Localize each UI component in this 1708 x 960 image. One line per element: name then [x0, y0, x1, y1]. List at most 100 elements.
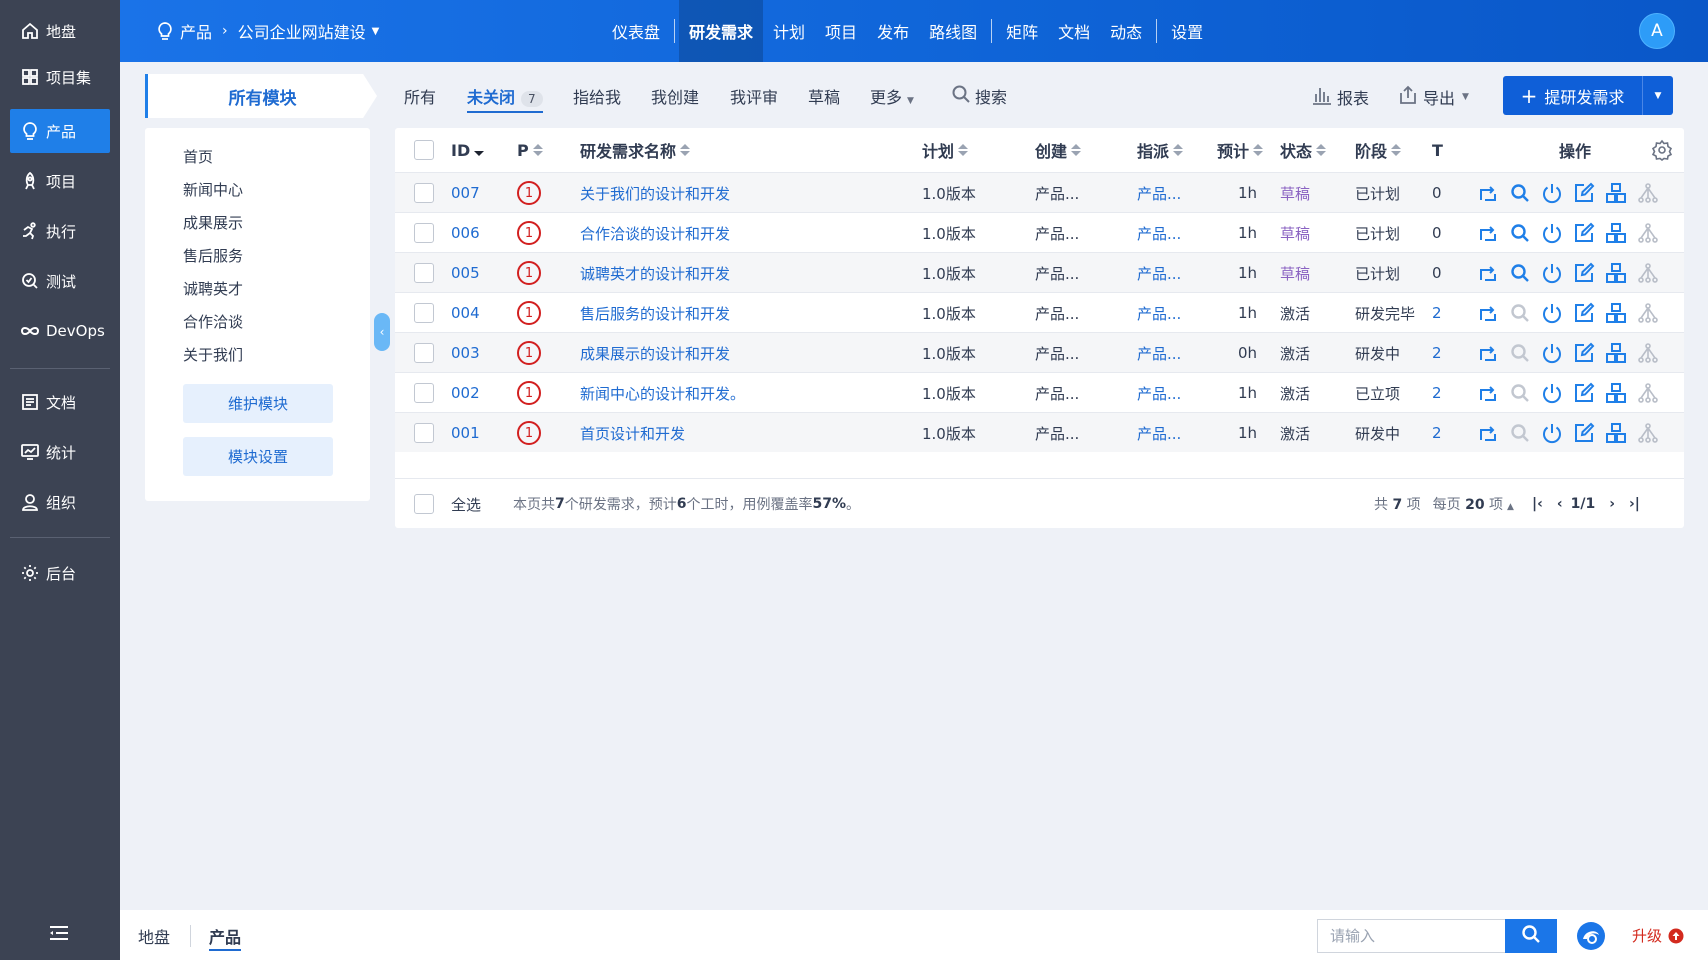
close-icon[interactable]	[1541, 342, 1564, 365]
review-icon[interactable]	[1509, 342, 1532, 365]
avatar[interactable]: A	[1639, 13, 1675, 49]
story-id[interactable]: 004	[451, 293, 480, 333]
tab-created-by-me[interactable]: 我创建	[651, 84, 699, 108]
batch-create-icon[interactable]	[1605, 302, 1628, 325]
task-count[interactable]: 2	[1432, 413, 1442, 453]
review-icon[interactable]	[1509, 222, 1532, 245]
module-item[interactable]: 成果展示	[183, 212, 243, 233]
story-id[interactable]: 005	[451, 253, 480, 293]
close-icon[interactable]	[1541, 302, 1564, 325]
close-icon[interactable]	[1541, 422, 1564, 445]
story-name-link[interactable]: 售后服务的设计和开发	[580, 293, 730, 333]
chevron-down-icon[interactable]: ▼	[372, 26, 380, 37]
checkbox[interactable]	[414, 303, 434, 323]
row-checkbox[interactable]	[414, 253, 434, 293]
assignee-link[interactable]: 产品...	[1137, 373, 1181, 413]
nav-roadmap[interactable]: 路线图	[919, 0, 987, 62]
review-icon[interactable]	[1509, 302, 1532, 325]
tab-reviewed-by-me[interactable]: 我评审	[730, 84, 778, 108]
change-icon[interactable]	[1477, 342, 1500, 365]
edit-icon[interactable]	[1573, 422, 1596, 445]
collapse-panel-button[interactable]: ‹	[374, 313, 390, 351]
story-name-link[interactable]: 成果展示的设计和开发	[580, 333, 730, 373]
story-id[interactable]: 001	[451, 413, 480, 453]
report-button[interactable]: 报表	[1311, 84, 1369, 110]
select-all-header[interactable]	[414, 128, 434, 172]
checkbox[interactable]	[414, 140, 434, 160]
select-all-checkbox[interactable]	[414, 479, 434, 529]
assignee-link[interactable]: 产品...	[1137, 213, 1181, 253]
review-icon[interactable]	[1509, 422, 1532, 445]
tab-draft[interactable]: 草稿	[808, 84, 840, 108]
nav-settings[interactable]: 设置	[1161, 0, 1213, 62]
batch-create-icon[interactable]	[1605, 342, 1628, 365]
module-item[interactable]: 合作洽谈	[183, 311, 243, 332]
global-search-button[interactable]	[1505, 919, 1557, 953]
split-icon[interactable]	[1637, 262, 1660, 285]
sidebar-item-devops[interactable]: DevOps	[10, 309, 110, 353]
zentao-logo-icon[interactable]	[1575, 920, 1607, 952]
task-count[interactable]: 2	[1432, 333, 1442, 373]
batch-create-icon[interactable]	[1605, 222, 1628, 245]
row-checkbox[interactable]	[414, 333, 434, 373]
checkbox[interactable]	[414, 423, 434, 443]
close-icon[interactable]	[1541, 382, 1564, 405]
story-id[interactable]: 003	[451, 333, 480, 373]
export-button[interactable]: 导出 ▼	[1397, 84, 1469, 110]
col-assignee[interactable]: 指派	[1137, 128, 1184, 172]
close-icon[interactable]	[1541, 222, 1564, 245]
search-toggle[interactable]: 搜索	[951, 84, 1007, 108]
change-icon[interactable]	[1477, 302, 1500, 325]
column-settings-icon[interactable]	[1651, 128, 1673, 172]
sidebar-item-project[interactable]: 项目	[10, 159, 110, 203]
edit-icon[interactable]	[1573, 302, 1596, 325]
module-item[interactable]: 诚聘英才	[183, 278, 243, 299]
checkbox[interactable]	[414, 494, 434, 514]
create-story-main[interactable]: + 提研发需求	[1503, 84, 1642, 108]
col-name[interactable]: 研发需求名称	[580, 128, 691, 172]
breadcrumb-project[interactable]: 公司企业网站建设	[238, 19, 366, 43]
sidebar-item-program[interactable]: 项目集	[10, 55, 110, 99]
nav-story[interactable]: 研发需求	[679, 0, 764, 62]
nav-release[interactable]: 发布	[867, 0, 919, 62]
col-status[interactable]: 状态	[1280, 128, 1327, 172]
close-icon[interactable]	[1541, 262, 1564, 285]
module-item[interactable]: 首页	[183, 146, 213, 167]
col-id[interactable]: ID	[451, 128, 485, 172]
sidebar-item-org[interactable]: 组织	[10, 480, 110, 524]
col-plan[interactable]: 计划	[922, 128, 969, 172]
create-story-button[interactable]: + 提研发需求 ▼	[1503, 76, 1673, 115]
edit-icon[interactable]	[1573, 342, 1596, 365]
module-settings-button[interactable]: 模块设置	[183, 437, 333, 476]
global-search-input[interactable]	[1317, 919, 1505, 953]
upgrade-link[interactable]: 升级	[1632, 925, 1684, 946]
story-name-link[interactable]: 首页设计和开发	[580, 413, 685, 453]
review-icon[interactable]	[1509, 182, 1532, 205]
bottom-crumb-home[interactable]: 地盘	[138, 924, 170, 948]
all-modules-title[interactable]: 所有模块	[145, 74, 377, 118]
row-checkbox[interactable]	[414, 413, 434, 453]
row-checkbox[interactable]	[414, 373, 434, 413]
checkbox[interactable]	[414, 343, 434, 363]
assignee-link[interactable]: 产品...	[1137, 333, 1181, 373]
story-name-link[interactable]: 新闻中心的设计和开发。	[580, 373, 745, 413]
batch-create-icon[interactable]	[1605, 422, 1628, 445]
split-icon[interactable]	[1637, 182, 1660, 205]
checkbox[interactable]	[414, 383, 434, 403]
row-checkbox[interactable]	[414, 173, 434, 213]
story-name-link[interactable]: 关于我们的设计和开发	[580, 173, 730, 213]
module-item[interactable]: 新闻中心	[183, 179, 243, 200]
tab-assigned-to-me[interactable]: 指给我	[573, 84, 621, 108]
bottom-crumb-product[interactable]: 产品	[209, 924, 242, 951]
split-icon[interactable]	[1637, 422, 1660, 445]
close-icon[interactable]	[1541, 182, 1564, 205]
split-icon[interactable]	[1637, 222, 1660, 245]
col-stage[interactable]: 阶段	[1355, 128, 1402, 172]
sidebar-item-stats[interactable]: 统计	[10, 430, 110, 474]
edit-icon[interactable]	[1573, 262, 1596, 285]
row-checkbox[interactable]	[414, 213, 434, 253]
sidebar-item-admin[interactable]: 后台	[10, 551, 110, 595]
tab-more[interactable]: 更多 ▼	[870, 84, 914, 108]
next-page-icon[interactable]: ›	[1609, 496, 1615, 512]
menu-toggle-icon[interactable]	[48, 924, 72, 944]
